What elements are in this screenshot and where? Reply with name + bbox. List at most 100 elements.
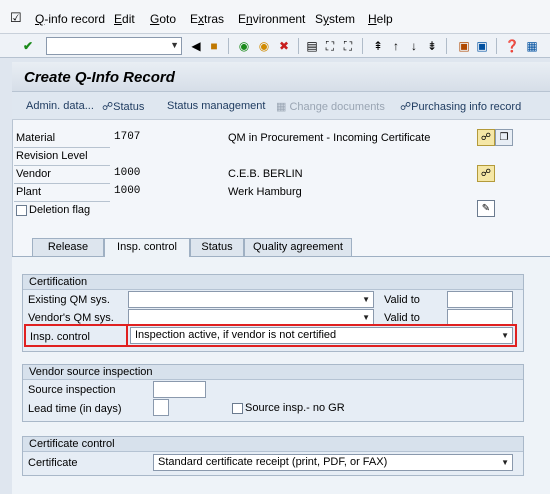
existing-qm-label: Existing QM sys.: [28, 294, 110, 306]
tab-status[interactable]: Status: [190, 238, 244, 256]
purchasing-info-record-button[interactable]: ☍Purchasing info record: [400, 100, 521, 113]
title-bar: Create Q-Info Record: [12, 62, 550, 92]
vendor-source-title: Vendor source inspection: [23, 365, 523, 380]
copy-glyph: ❐: [499, 132, 509, 143]
certificate-label: Certificate: [28, 457, 78, 469]
material-label: Material: [16, 132, 56, 144]
menu-extras[interactable]: Extras: [190, 12, 224, 26]
plant-name: Werk Hamburg: [228, 186, 302, 198]
glasses-icon: ☍: [480, 132, 492, 143]
tab-strip: Release Insp. control Status Quality agr…: [12, 238, 550, 257]
plant-value: 1000: [114, 185, 141, 197]
copy-icon[interactable]: ❐: [495, 129, 513, 146]
layout-menu-icon[interactable]: ▦: [524, 38, 540, 54]
long-text-button[interactable]: ✎: [477, 200, 495, 217]
chevron-down-icon[interactable]: ▼: [170, 40, 179, 50]
menu-edit[interactable]: Edit: [114, 12, 135, 26]
tab-insp-control[interactable]: Insp. control: [104, 238, 190, 257]
menu-qinfo-record[interactable]: Q-info record: [35, 12, 105, 26]
exit-icon[interactable]: ◉: [256, 38, 272, 54]
save-icon[interactable]: ■: [206, 38, 222, 54]
field-underline: [14, 165, 110, 166]
sap-menu-icon[interactable]: ☑: [10, 10, 22, 26]
admin-data-button[interactable]: Admin. data...: [26, 100, 94, 112]
page-title: Create Q-Info Record: [24, 69, 175, 86]
print-icon[interactable]: ▤: [304, 38, 320, 54]
command-field[interactable]: ▼: [46, 37, 182, 55]
lead-time-input[interactable]: [153, 399, 169, 416]
shortcut-icon[interactable]: ▣: [474, 38, 490, 54]
previous-page-icon[interactable]: ↑: [388, 38, 404, 54]
first-page-icon[interactable]: ⇞: [370, 38, 386, 54]
source-inspection-label: Source inspection: [28, 384, 116, 396]
status-management-button[interactable]: Status management: [167, 100, 265, 112]
source-inspection-input[interactable]: [153, 381, 206, 398]
document-icon: ▦: [276, 101, 287, 113]
display-material-button[interactable]: ☍: [477, 129, 495, 146]
change-documents-button: ▦ Change documents: [276, 100, 385, 113]
toolbar-separator: [298, 38, 299, 54]
insp-control-field-highlight: [126, 324, 517, 347]
plant-label: Plant: [16, 186, 42, 198]
toolbar-separator: [496, 38, 497, 54]
display-vendor-button[interactable]: ☍: [477, 165, 495, 182]
existing-qm-valid-to-input[interactable]: [447, 291, 513, 308]
cancel-icon[interactable]: ✖: [276, 38, 292, 54]
material-description: QM in Procurement - Incoming Certificate: [228, 132, 431, 144]
chevron-down-icon[interactable]: ▼: [362, 311, 370, 324]
find-next-icon[interactable]: ⛶: [340, 38, 356, 54]
lead-time-label: Lead time (in days): [28, 403, 122, 415]
glasses-icon: ☍: [400, 101, 412, 113]
vendor-label: Vendor: [16, 168, 51, 180]
valid-to-label: Valid to: [384, 312, 420, 324]
glasses-icon: ☍: [480, 168, 492, 179]
revision-level-label: Revision Level: [16, 150, 88, 162]
certificate-control-title: Certificate control: [23, 437, 523, 452]
field-underline: [14, 183, 110, 184]
insp-control-label-highlight: [24, 324, 128, 347]
vendor-qm-label: Vendor's QM sys.: [28, 312, 114, 324]
create-session-icon[interactable]: ▣: [456, 38, 472, 54]
change-documents-label: Change documents: [289, 101, 385, 113]
menu-help[interactable]: Help: [368, 12, 393, 26]
glasses-icon: ☍: [102, 101, 114, 113]
vendor-value: 1000: [114, 167, 141, 179]
application-toolbar: Admin. data... ☍Status Status management…: [12, 92, 550, 120]
source-insp-no-gr-checkbox[interactable]: [232, 403, 243, 414]
material-value: 1707: [114, 131, 141, 143]
toolbar-separator: [446, 38, 447, 54]
tab-release[interactable]: Release: [32, 238, 104, 256]
chevron-down-icon[interactable]: ▼: [362, 293, 370, 306]
find-icon[interactable]: ⛶: [322, 38, 338, 54]
standard-toolbar: ✔ ▼ ◀ ■ ◉ ◉ ✖ ▤ ⛶ ⛶ ⇞ ↑ ↓ ⇟ ▣ ▣ ❓ ▦: [0, 34, 550, 58]
chevron-down-icon[interactable]: ▼: [501, 456, 509, 469]
tab-quality-agreement[interactable]: Quality agreement: [244, 238, 352, 256]
menu-goto[interactable]: Goto: [150, 12, 176, 26]
certificate-value: Standard certificate receipt (print, PDF…: [158, 456, 388, 468]
source-insp-no-gr-label: Source insp.- no GR: [245, 402, 345, 414]
vendor-name: C.E.B. BERLIN: [228, 168, 303, 180]
collapse-arrow-icon[interactable]: ◀: [188, 38, 204, 54]
menu-bar: ☑ Q-info record Edit Goto Extras Environ…: [0, 0, 550, 34]
certification-title: Certification: [23, 275, 523, 290]
edit-icon: ✎: [481, 203, 491, 214]
menu-environment[interactable]: Environment: [238, 12, 305, 26]
field-underline: [14, 147, 110, 148]
status-button-label: Status: [113, 101, 145, 113]
last-page-icon[interactable]: ⇟: [424, 38, 440, 54]
next-page-icon[interactable]: ↓: [406, 38, 422, 54]
purchasing-info-record-label: Purchasing info record: [411, 101, 522, 113]
help-icon[interactable]: ❓: [504, 38, 520, 54]
field-underline: [14, 201, 110, 202]
menu-system[interactable]: System: [315, 12, 355, 26]
toolbar-separator: [228, 38, 229, 54]
enter-check-icon[interactable]: ✔: [20, 38, 36, 54]
valid-to-label: Valid to: [384, 294, 420, 306]
back-icon[interactable]: ◉: [236, 38, 252, 54]
deletion-flag-checkbox[interactable]: [16, 205, 27, 216]
certificate-select[interactable]: Standard certificate receipt (print, PDF…: [153, 454, 513, 471]
toolbar-separator: [362, 38, 363, 54]
deletion-flag-label: Deletion flag: [29, 204, 91, 216]
status-button[interactable]: ☍Status: [102, 100, 144, 113]
existing-qm-select[interactable]: ▼: [128, 291, 374, 308]
